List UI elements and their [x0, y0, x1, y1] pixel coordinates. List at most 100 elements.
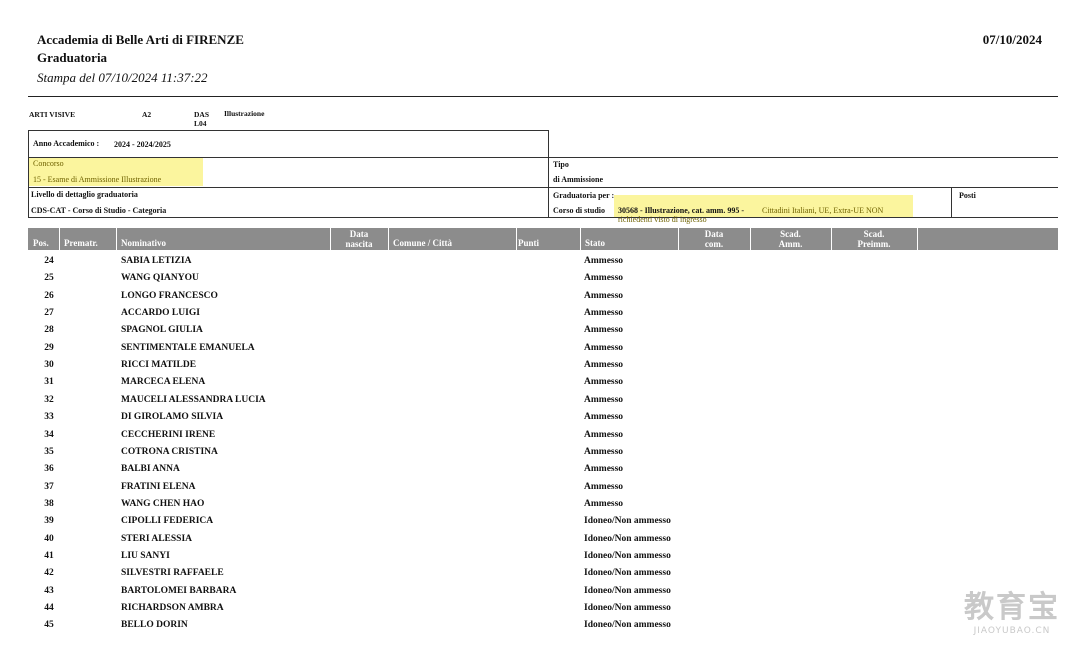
col-nominativo: Nominativo	[121, 238, 166, 248]
table-row: 39 CIPOLLI FEDERICA Idoneo/Non ammesso	[28, 513, 688, 530]
row-status: Ammesso	[584, 429, 624, 440]
row-status: Idoneo/Non ammesso	[584, 533, 671, 544]
col-stato: Stato	[585, 238, 605, 248]
row-position: 42	[44, 568, 54, 579]
col-scad-amm-2: Amm.	[778, 239, 803, 249]
row-position: 44	[44, 603, 54, 613]
row-status: Ammesso	[584, 481, 624, 492]
table-row: 25 WANG QIANYOU Ammesso	[28, 270, 688, 287]
row-status: Ammesso	[584, 273, 624, 284]
row-name: FRATINI ELENA	[121, 481, 196, 492]
table-row: 38 WANG CHEN HAO Ammesso	[28, 496, 688, 513]
row-status: Idoneo/Non ammesso	[584, 568, 671, 579]
col-data-com-1: Data	[704, 229, 724, 239]
level-label: A2	[142, 110, 152, 119]
col-data-nascita-1: Data	[349, 229, 369, 239]
row-position: 36	[44, 464, 54, 475]
row-name: LONGO FRANCESCO	[121, 290, 218, 301]
row-position: 35	[44, 446, 54, 457]
anno-label: Anno Accademico :	[33, 139, 100, 148]
tipo-label: Tipo	[553, 160, 569, 169]
col-data-nascita-2: nascita	[345, 239, 373, 249]
table-row: 33 DI GIROLAMO SILVIA Ammesso	[28, 409, 688, 426]
table-row: 35 COTRONA CRISTINA Ammesso	[28, 444, 688, 461]
row-name: DI GIROLAMO SILVIA	[121, 412, 224, 423]
col-pos: Pos.	[33, 238, 49, 248]
table-row: 28 SPAGNOL GIULIA Ammesso	[28, 322, 688, 339]
row-position: 30	[44, 360, 54, 371]
row-status: Ammesso	[584, 394, 624, 405]
category-value-line2: richiedenti visto di ingresso	[618, 215, 707, 224]
document-date: 07/10/2024	[982, 32, 1042, 47]
row-name: BELLO DORIN	[121, 620, 188, 631]
table-row: 42 SILVESTRI RAFFAELE Idoneo/Non ammesso	[28, 565, 688, 582]
row-status: Ammesso	[584, 325, 624, 336]
row-status: Idoneo/Non ammesso	[584, 585, 671, 596]
row-name: SENTIMENTALE EMANUELA	[121, 342, 255, 353]
corso-label: Corso di studio	[553, 206, 606, 215]
col-comune: Comune / Città	[393, 238, 452, 248]
col-scad-preimm-2: Preimm.	[857, 239, 891, 249]
col-data-com-2: com.	[704, 239, 724, 249]
row-name: SILVESTRI RAFFAELE	[121, 568, 224, 579]
row-name: MARCECA ELENA	[121, 377, 206, 388]
watermark-url: JIAOYUBAO.CN	[973, 626, 1051, 636]
table-row: 40 STERI ALESSIA Idoneo/Non ammesso	[28, 531, 688, 548]
row-position: 45	[44, 620, 54, 631]
row-name: STERI ALESSIA	[121, 533, 193, 544]
table-row: 36 BALBI ANNA Ammesso	[28, 461, 688, 478]
row-name: SABIA LETIZIA	[121, 256, 192, 266]
row-name: WANG QIANYOU	[121, 273, 199, 284]
row-position: 37	[44, 481, 54, 492]
concorso-label: Concorso	[33, 159, 64, 168]
category-value: Cittadini Italiani, UE, Extra-UE NON	[762, 206, 884, 215]
l-code: L04	[194, 119, 207, 128]
row-status: Ammesso	[584, 377, 624, 388]
table-row: 24 SABIA LETIZIA Ammesso	[28, 253, 688, 270]
col-scad-preimm-1: Scad.	[863, 229, 885, 239]
row-position: 25	[44, 273, 54, 284]
table-row: 29 SENTIMENTALE EMANUELA Ammesso	[28, 340, 688, 357]
col-scad-amm-1: Scad.	[780, 229, 801, 239]
row-status: Ammesso	[584, 360, 624, 371]
row-name: COTRONA CRISTINA	[121, 446, 218, 457]
row-status: Idoneo/Non ammesso	[584, 620, 671, 631]
row-status: Idoneo/Non ammesso	[584, 516, 671, 527]
row-position: 41	[44, 550, 54, 561]
row-status: Ammesso	[584, 256, 624, 266]
row-name: ACCARDO LUIGI	[121, 308, 200, 319]
row-status: Ammesso	[584, 498, 624, 509]
table-row: 32 MAUCELI ALESSANDRA LUCIA Ammesso	[28, 392, 688, 409]
row-name: BARTOLOMEI BARBARA	[121, 585, 237, 596]
table-row: 27 ACCARDO LUIGI Ammesso	[28, 305, 688, 322]
row-position: 33	[44, 412, 54, 423]
header-divider	[28, 96, 1058, 97]
tipo-value: di Ammissione	[553, 175, 604, 184]
document-title: Graduatoria	[37, 50, 108, 65]
table-row: 30 RICCI MATILDE Ammesso	[28, 357, 688, 374]
row-name: MAUCELI ALESSANDRA LUCIA	[121, 394, 266, 405]
row-status: Idoneo/Non ammesso	[584, 550, 671, 561]
row-position: 31	[44, 377, 54, 388]
table-row: 41 LIU SANYI Idoneo/Non ammesso	[28, 548, 688, 565]
row-status: Idoneo/Non ammesso	[584, 603, 671, 613]
table-header: Pos. Prematr. Nominativo Data nascita Co…	[28, 228, 1058, 250]
posti-label: Posti	[959, 191, 976, 200]
table-row: 44 RICHARDSON AMBRA Idoneo/Non ammesso	[28, 600, 688, 617]
row-status: Ammesso	[584, 342, 624, 353]
graduatoria-label: Graduatoria per :	[553, 191, 615, 200]
col-punti: Punti	[518, 238, 540, 248]
anno-value: 2024 - 2024/2025	[114, 140, 171, 149]
table-row: 26 LONGO FRANCESCO Ammesso	[28, 288, 688, 305]
table-row: 31 MARCECA ELENA Ammesso	[28, 374, 688, 391]
row-position: 26	[44, 290, 54, 301]
area-label: ARTI VISIVE	[29, 110, 76, 119]
row-position: 40	[44, 533, 54, 544]
row-position: 29	[44, 342, 54, 353]
row-position: 34	[44, 429, 54, 440]
row-name: LIU SANYI	[121, 550, 170, 561]
row-position: 27	[44, 308, 54, 319]
col-prematr: Prematr.	[64, 238, 98, 248]
concorso-value: 15 - Esame di Ammissione Illustrazione	[33, 175, 162, 184]
row-name: RICHARDSON AMBRA	[121, 603, 224, 613]
